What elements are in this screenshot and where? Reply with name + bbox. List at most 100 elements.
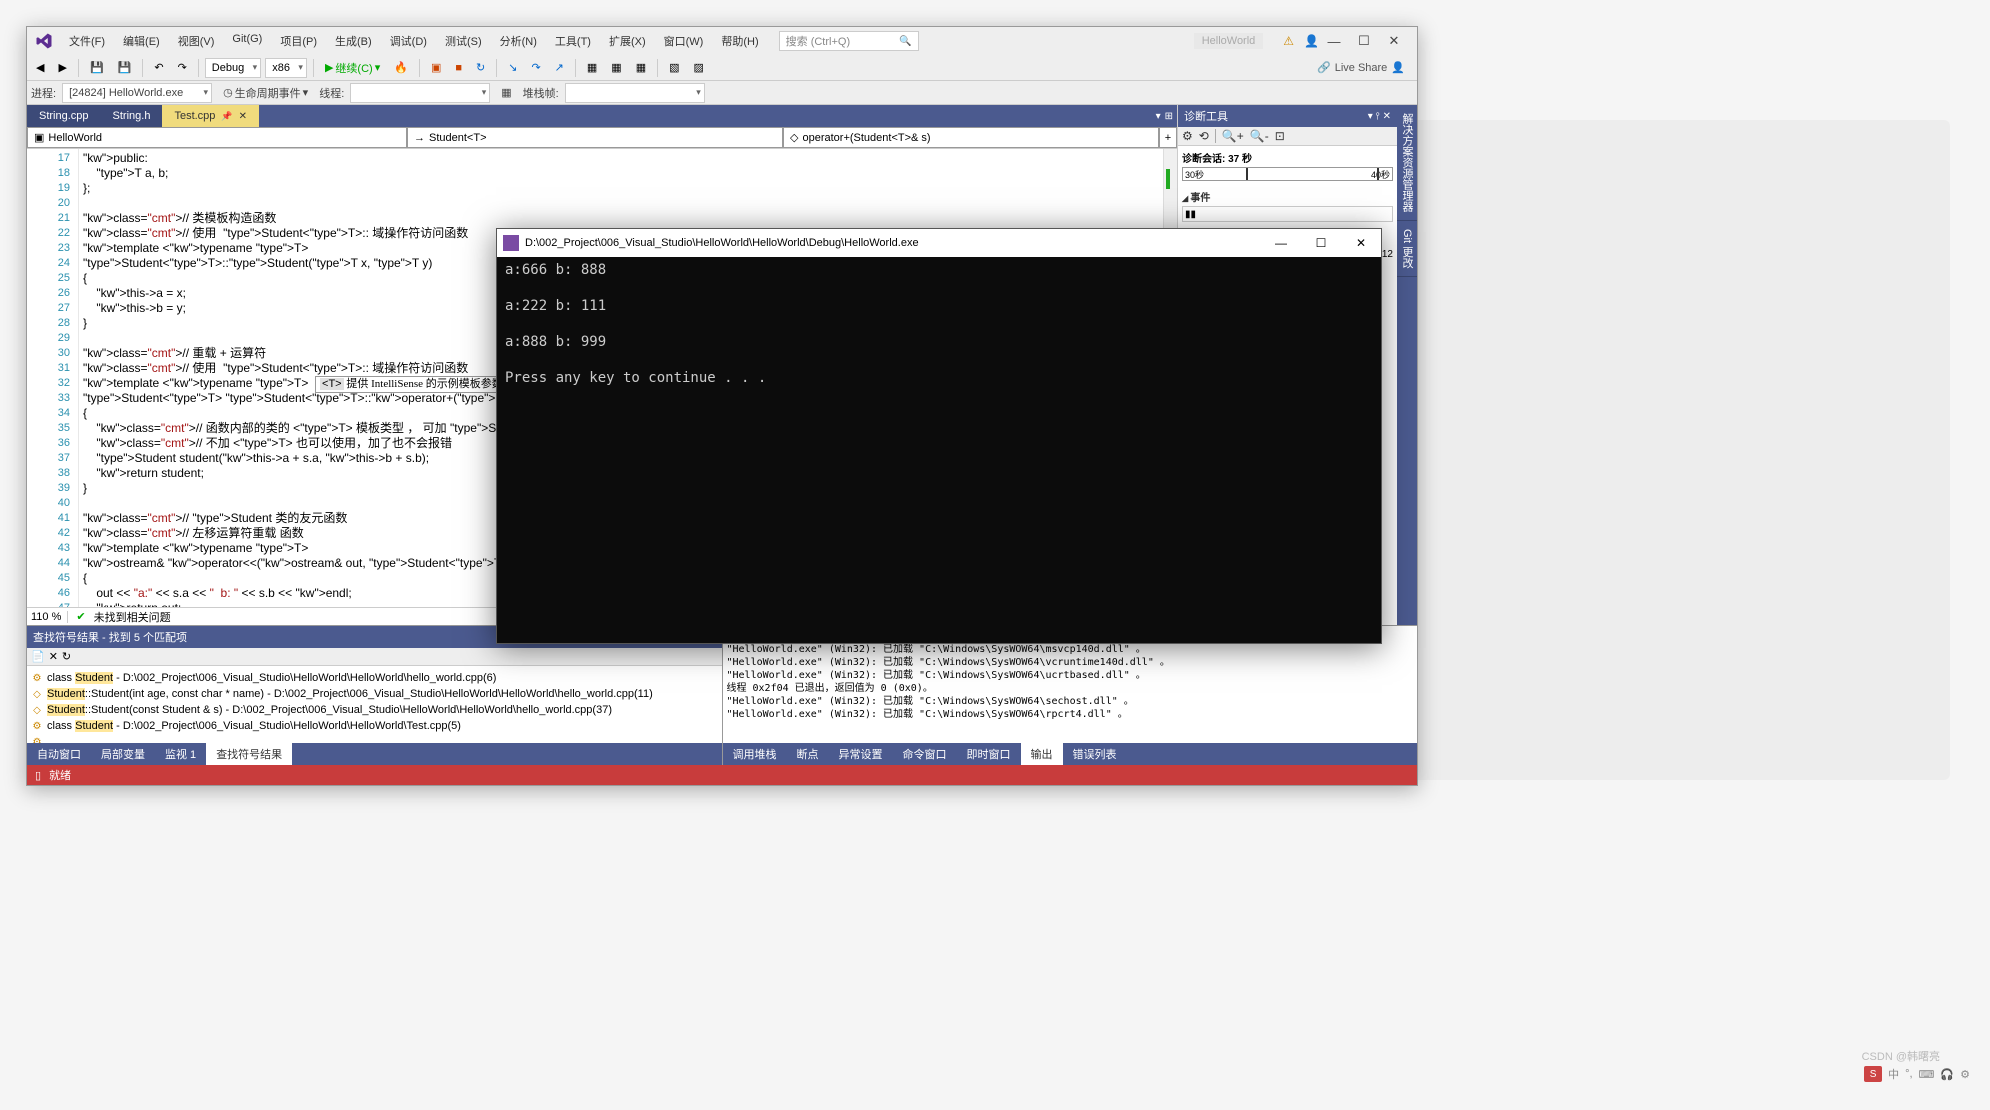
break-all-icon[interactable]: ▣ — [426, 58, 446, 77]
menu-item[interactable]: Git(G) — [224, 29, 270, 53]
process-dropdown[interactable]: [24824] HelloWorld.exe — [62, 83, 212, 103]
maximize-button[interactable]: ☐ — [1349, 33, 1379, 49]
stackframe-dropdown[interactable] — [565, 83, 705, 103]
redo-button[interactable]: ↷ — [173, 58, 192, 77]
diag-timeline[interactable]: 30秒 40秒 — [1182, 167, 1393, 181]
right-vtab[interactable]: 解决方案资源管理器 — [1397, 105, 1417, 221]
menu-item[interactable]: 编辑(E) — [115, 29, 168, 53]
output-tab[interactable]: 命令窗口 — [893, 743, 957, 765]
menu-item[interactable]: 窗口(W) — [656, 29, 712, 53]
file-tab[interactable]: String.cpp — [27, 105, 101, 127]
find-result-item[interactable]: ⚙class Student - D:\002_Project\006_Visu… — [31, 670, 718, 686]
file-tab[interactable]: Test.cpp 📌 ✕ — [162, 105, 259, 127]
diag-zoomout-icon[interactable]: 🔍- — [1250, 129, 1269, 143]
thread-dropdown[interactable] — [350, 83, 490, 103]
diagnostics-pin-icon[interactable]: ▾ ⫯ ✕ — [1368, 111, 1391, 122]
ime-tool-icon[interactable]: ⌨ — [1919, 1068, 1935, 1081]
bottom-tab[interactable]: 监视 1 — [155, 743, 206, 765]
tab-menu-icon[interactable]: ⊞ — [1165, 111, 1173, 122]
save-button[interactable]: 💾 — [85, 58, 109, 77]
toolbar-misc-icon[interactable]: ▦ — [606, 58, 626, 77]
ime-s-icon[interactable]: S — [1864, 1066, 1882, 1082]
nav-member-dropdown[interactable]: ◇ operator+(Student<T>& s) — [783, 127, 1159, 148]
output-tab[interactable]: 异常设置 — [829, 743, 893, 765]
find-result-item[interactable]: ◇Student::Student(int age, const char * … — [31, 686, 718, 702]
bottom-tab[interactable]: 局部变量 — [91, 743, 155, 765]
bottom-tab[interactable]: 自动窗口 — [27, 743, 91, 765]
diag-reset-icon[interactable]: ⟲ — [1199, 129, 1209, 143]
menu-item[interactable]: 文件(F) — [61, 29, 113, 53]
find-new-icon[interactable]: 📄 — [31, 650, 45, 663]
right-vtab[interactable]: Git 更改 — [1397, 221, 1417, 277]
menu-item[interactable]: 帮助(H) — [713, 29, 766, 53]
ime-punct-icon[interactable]: °, — [1905, 1068, 1912, 1080]
stop-icon[interactable]: ■ — [450, 59, 467, 77]
toolbar-misc-icon[interactable]: ▨ — [689, 58, 709, 77]
output-tab[interactable]: 即时窗口 — [957, 743, 1021, 765]
platform-dropdown[interactable]: x86 — [265, 58, 307, 78]
nav-add-button[interactable]: + — [1159, 127, 1177, 148]
nav-back-button[interactable]: ◀ — [31, 58, 49, 77]
lifecycle-events-button[interactable]: ◷ 生命周期事件 ▾ — [218, 82, 313, 104]
diag-zoomin-icon[interactable]: 🔍+ — [1222, 129, 1244, 143]
title-search-input[interactable]: 搜索 (Ctrl+Q) — [779, 31, 919, 51]
menu-item[interactable]: 生成(B) — [327, 29, 380, 53]
diagnostics-toolbar: ⚙ ⟲ 🔍+ 🔍- ⊡ — [1178, 127, 1397, 146]
hot-reload-icon[interactable]: 🔥 — [389, 58, 413, 77]
tab-dropdown-icon[interactable]: ▾ — [1156, 111, 1161, 122]
bell-icon[interactable]: ⚠ — [1283, 34, 1294, 48]
step-into-icon[interactable]: ↘ — [503, 58, 522, 77]
continue-button[interactable]: ▶ 继续(C) ▾ — [320, 57, 385, 79]
toolbar-misc-icon[interactable]: ▦ — [631, 58, 651, 77]
menu-item[interactable]: 分析(N) — [492, 29, 545, 53]
find-result-item[interactable]: ⚙class Student - D:\002_Project\006_Visu… — [31, 718, 718, 734]
find-result-item[interactable]: ⚙ — [31, 734, 718, 743]
file-tab[interactable]: String.h — [101, 105, 163, 127]
ime-lang-icon[interactable]: 中 — [1888, 1066, 1899, 1082]
stackframe-label: 堆栈帧: — [523, 85, 559, 101]
user-icon[interactable]: 👤 — [1304, 34, 1319, 48]
step-over-icon[interactable]: ↷ — [526, 58, 545, 77]
menu-item[interactable]: 调试(D) — [382, 29, 435, 53]
menu-item[interactable]: 工具(T) — [547, 29, 599, 53]
lifecycle-label: 生命周期事件 — [235, 85, 301, 101]
zoom-level[interactable]: 110 % — [31, 611, 68, 623]
console-close-button[interactable]: ✕ — [1341, 229, 1381, 257]
ime-settings-icon[interactable]: ⚙ — [1960, 1068, 1970, 1081]
menu-item[interactable]: 项目(P) — [272, 29, 325, 53]
thread-toggle-icon[interactable]: ▦ — [496, 83, 516, 102]
nav-fwd-button[interactable]: ▶ — [53, 58, 71, 77]
live-share-button[interactable]: 🔗 Live Share 👤 — [1309, 61, 1413, 74]
config-dropdown[interactable]: Debug — [205, 58, 261, 78]
pause-icon[interactable]: ▮▮ — [1185, 209, 1196, 220]
diag-events-row[interactable]: ▮▮ — [1182, 206, 1393, 222]
diag-settings-icon[interactable]: ⚙ — [1182, 129, 1193, 143]
menu-item[interactable]: 测试(S) — [437, 29, 490, 53]
find-result-item[interactable]: ◇Student::Student(const Student & s) - D… — [31, 702, 718, 718]
output-tab[interactable]: 调用堆栈 — [723, 743, 787, 765]
toolbar-misc-icon[interactable]: ▧ — [664, 58, 684, 77]
thread-label: 线程: — [319, 85, 344, 101]
save-all-button[interactable]: 💾 — [113, 58, 137, 77]
output-tab[interactable]: 输出 — [1021, 743, 1063, 765]
ime-sound-icon[interactable]: 🎧 — [1940, 1068, 1954, 1081]
bottom-tab[interactable]: 查找符号结果 — [206, 743, 292, 765]
menu-item[interactable]: 视图(V) — [170, 29, 223, 53]
close-button[interactable]: ✕ — [1379, 33, 1409, 49]
menu-item[interactable]: 扩展(X) — [601, 29, 654, 53]
minimize-button[interactable]: — — [1319, 34, 1349, 49]
console-minimize-button[interactable]: — — [1261, 229, 1301, 257]
restart-icon[interactable]: ↻ — [471, 58, 490, 77]
find-refresh-icon[interactable]: ↻ — [62, 650, 71, 663]
diag-events-header[interactable]: 事件 — [1182, 187, 1393, 206]
step-out-icon[interactable]: ↗ — [550, 58, 569, 77]
diag-fit-icon[interactable]: ⊡ — [1275, 129, 1285, 143]
find-clear-icon[interactable]: ✕ — [49, 650, 58, 663]
undo-button[interactable]: ↶ — [149, 58, 168, 77]
output-tab[interactable]: 错误列表 — [1063, 743, 1127, 765]
output-tab[interactable]: 断点 — [787, 743, 829, 765]
nav-project-dropdown[interactable]: ▣ HelloWorld — [27, 127, 407, 148]
console-maximize-button[interactable]: ☐ — [1301, 229, 1341, 257]
nav-scope-dropdown[interactable]: → Student<T> — [407, 127, 783, 148]
toolbar-misc-icon[interactable]: ▦ — [582, 58, 602, 77]
